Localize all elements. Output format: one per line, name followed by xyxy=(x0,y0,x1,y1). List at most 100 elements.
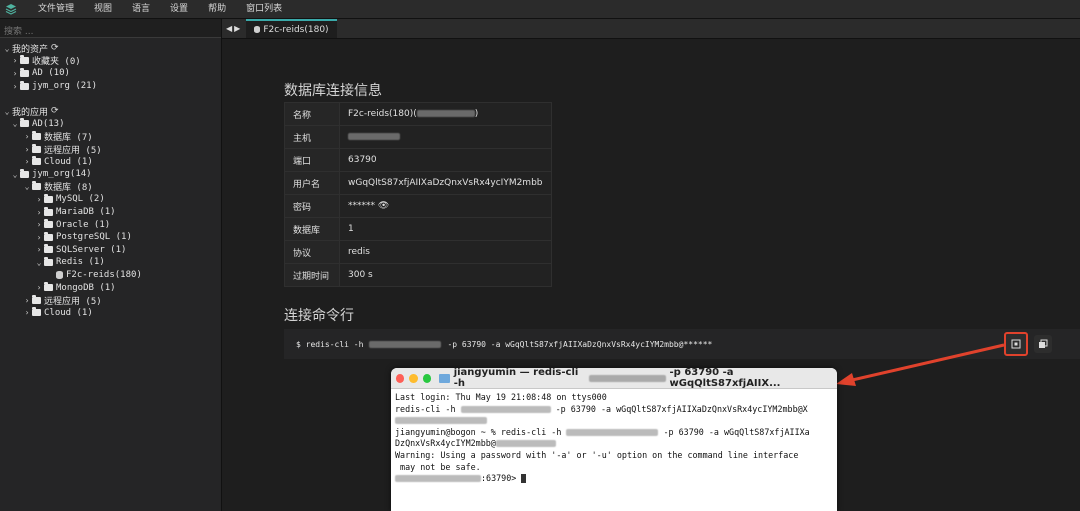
folder-icon xyxy=(439,373,450,383)
close-icon[interactable] xyxy=(396,373,405,383)
chevron-right-icon[interactable]: › xyxy=(22,132,32,141)
copy-command-button[interactable] xyxy=(1034,335,1052,353)
row-value xyxy=(339,125,552,149)
terminal-prompt: :63790> xyxy=(481,473,522,484)
chevron-right-icon[interactable]: › xyxy=(10,69,20,78)
tree-ad-cloud[interactable]: › Cloud (1) xyxy=(0,155,221,168)
tree-label: 远程应用 (5) xyxy=(44,145,102,156)
chevron-down-icon[interactable]: ⌄ xyxy=(10,119,20,128)
chevron-right-icon[interactable]: › xyxy=(34,283,44,292)
chevron-right-icon[interactable]: › xyxy=(34,220,44,229)
tree-ad-assets[interactable]: › AD (10) xyxy=(0,67,221,80)
menu-file-manage[interactable]: 文件管理 xyxy=(28,0,84,18)
folder-icon xyxy=(44,193,53,203)
menu-window-list[interactable]: 窗口列表 xyxy=(236,0,292,18)
refresh-icon[interactable]: ⟳ xyxy=(51,106,59,116)
redacted-text xyxy=(495,440,556,448)
chevron-right-icon[interactable]: › xyxy=(22,157,32,166)
tree-label: Cloud (1) xyxy=(44,307,93,318)
tab-f2c-reids[interactable]: F2c-reids(180) xyxy=(246,19,337,38)
tree-oracle[interactable]: › Oracle (1) xyxy=(0,218,221,231)
minimize-icon[interactable] xyxy=(409,373,418,383)
tree-redis-item[interactable]: F2c-reids(180) xyxy=(0,269,221,282)
tree-label: jym_org (21) xyxy=(32,81,98,92)
folder-icon xyxy=(20,118,29,128)
tree-ad-remote[interactable]: › 远程应用 (5) xyxy=(0,143,221,156)
redacted-host xyxy=(395,475,481,483)
tree-jym-remote[interactable]: › 远程应用 (5) xyxy=(0,294,221,307)
row-value: F2c-reids(180)() xyxy=(339,102,552,126)
annotation-arrow-icon xyxy=(836,343,1005,386)
chevron-right-icon[interactable]: › xyxy=(34,208,44,217)
tree-mariadb[interactable]: › MariaDB (1) xyxy=(0,206,221,219)
terminal-line: -p 63790 -a wGqQltS87xfjAIIXa xyxy=(663,426,810,437)
terminal-line: jiangyumin@bogon ~ % redis-cli -h xyxy=(395,426,562,437)
tree-postgresql[interactable]: › PostgreSQL (1) xyxy=(0,231,221,244)
chevron-right-icon[interactable]: › xyxy=(10,82,20,91)
tree-my-apps[interactable]: ⌄ 我的应用 ⟳ xyxy=(0,105,221,118)
chevron-right-icon[interactable]: › xyxy=(34,233,44,242)
tree-ad-db[interactable]: › 数据库 (7) xyxy=(0,130,221,143)
database-icon xyxy=(56,270,63,279)
tree-mysql[interactable]: › MySQL (2) xyxy=(0,193,221,206)
table-row: 数据库 1 xyxy=(284,217,552,241)
tree-favorites[interactable]: › 收藏夹 (0) xyxy=(0,55,221,67)
table-row: 密码 ****** 👁 xyxy=(284,194,552,218)
chevron-down-icon[interactable]: ⌄ xyxy=(2,107,12,116)
chevron-right-icon[interactable]: › xyxy=(34,195,44,204)
table-row: 协议 redis xyxy=(284,240,552,264)
cursor xyxy=(521,474,527,484)
menu-settings[interactable]: 设置 xyxy=(160,0,198,18)
eye-icon[interactable]: 👁 xyxy=(378,201,389,211)
tree-jym-cloud[interactable]: › Cloud (1) xyxy=(0,306,221,319)
redacted-text xyxy=(416,110,475,117)
tree-mongodb[interactable]: › MongoDB (1) xyxy=(0,281,221,294)
search-input[interactable] xyxy=(0,23,218,41)
menu-help[interactable]: 帮助 xyxy=(198,0,236,18)
tree-ad-apps[interactable]: ⌄ AD(13) xyxy=(0,118,221,131)
folder-icon xyxy=(20,80,29,90)
terminal-output[interactable]: Last login: Thu May 19 21:08:48 on ttys0… xyxy=(391,389,837,488)
maximize-icon[interactable] xyxy=(422,373,432,383)
tree-redis[interactable]: ⌄ Redis (1) xyxy=(0,256,221,269)
terminal-line: Last login: Thu May 19 21:08:48 on ttys0… xyxy=(395,392,607,402)
folder-icon xyxy=(44,256,53,266)
connection-info-title: 数据库连接信息 xyxy=(284,83,382,99)
folder-icon xyxy=(44,244,53,254)
tree-jym-org-assets[interactable]: › jym_org (21) xyxy=(0,80,221,93)
row-value: 300 s xyxy=(339,263,552,287)
tree-jym-org-apps[interactable]: ⌄ jym_org(14) xyxy=(0,168,221,181)
chevron-right-icon[interactable]: › xyxy=(34,245,44,254)
chevron-right-icon[interactable]: › xyxy=(22,145,32,154)
cmdline-title: 连接命令行 xyxy=(284,308,354,324)
tab-bar: ◀▶ F2c-reids(180) xyxy=(222,19,1080,39)
tab-scroll-arrows-icon[interactable]: ◀▶ xyxy=(222,24,246,33)
terminal-window[interactable]: jiangyumin — redis-cli -h -p 63790 -a wG… xyxy=(391,368,837,511)
chevron-down-icon[interactable]: ⌄ xyxy=(22,182,32,191)
redacted-text xyxy=(395,417,487,425)
row-key: 端口 xyxy=(284,148,340,172)
menu-view[interactable]: 视图 xyxy=(84,0,122,18)
chevron-down-icon[interactable]: ⌄ xyxy=(2,44,12,53)
chevron-right-icon[interactable]: › xyxy=(22,308,32,317)
folder-icon xyxy=(32,130,41,140)
copy-icon xyxy=(1039,339,1048,348)
tree-jym-db[interactable]: ⌄ 数据库 (8) xyxy=(0,181,221,193)
chevron-right-icon[interactable]: › xyxy=(22,296,32,305)
chevron-right-icon[interactable]: › xyxy=(10,56,20,65)
tree-sqlserver[interactable]: › SQLServer (1) xyxy=(0,244,221,257)
redacted-host xyxy=(460,405,551,413)
folder-icon xyxy=(44,206,53,216)
folder-icon xyxy=(32,294,41,304)
tree-label: Oracle (1) xyxy=(56,219,111,230)
terminal-titlebar[interactable]: jiangyumin — redis-cli -h -p 63790 -a wG… xyxy=(391,368,837,389)
chevron-down-icon[interactable]: ⌄ xyxy=(10,170,20,179)
chevron-down-icon[interactable]: ⌄ xyxy=(34,258,44,267)
table-row: 用户名 wGqQltS87xfjAIIXaDzQnxVsRx4ycIYM2mbb xyxy=(284,171,552,195)
tree-my-assets[interactable]: ⌄ 我的资产 ⟳ xyxy=(0,42,221,55)
sidebar-search xyxy=(0,19,221,41)
menu-language[interactable]: 语言 xyxy=(122,0,160,18)
tree-label: AD (10) xyxy=(32,68,70,79)
menu-bar: 文件管理 视图 语言 设置 帮助 窗口列表 xyxy=(0,0,1080,19)
refresh-icon[interactable]: ⟳ xyxy=(51,43,59,53)
